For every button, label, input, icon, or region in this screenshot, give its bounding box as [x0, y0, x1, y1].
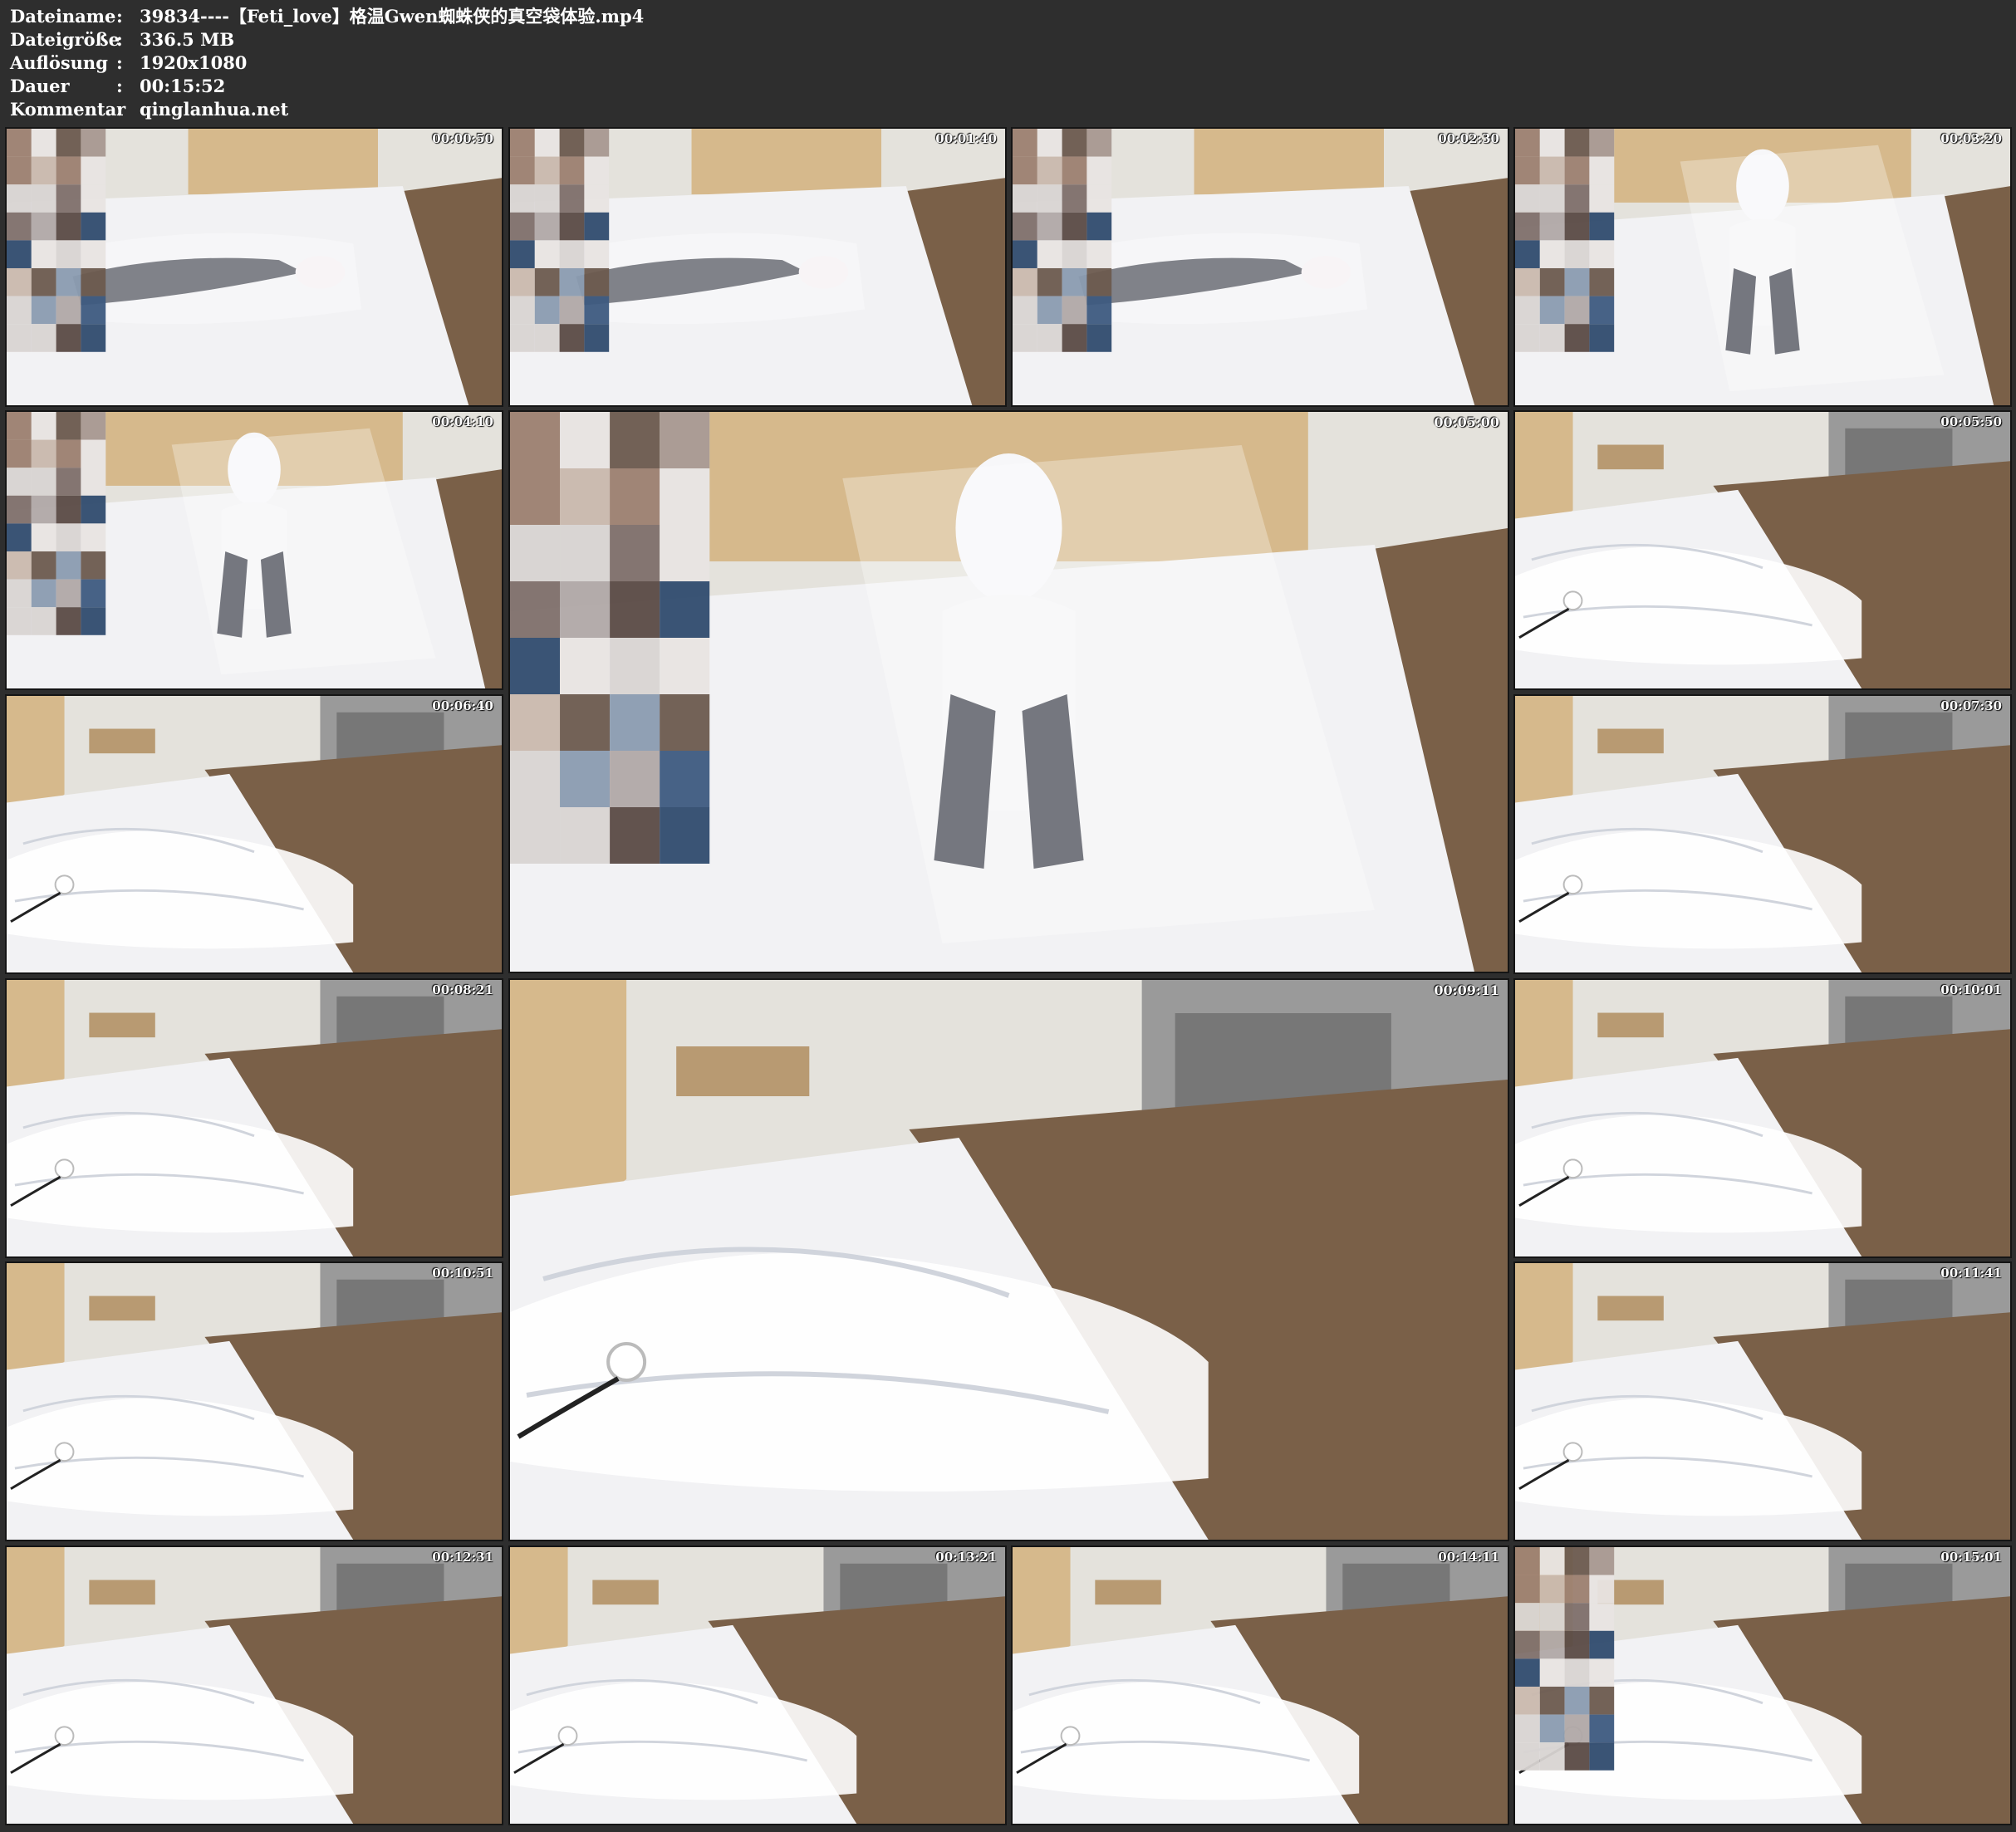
frame-image	[1515, 980, 2010, 1256]
frame-image	[510, 129, 1005, 405]
frame-image	[7, 980, 502, 1256]
frame-timestamp: 00:04:10	[432, 414, 493, 429]
frame-image	[7, 696, 502, 972]
video-frame-thumbnail: 00:13:21	[508, 1545, 1007, 1825]
video-frame-thumbnail: 00:03:20	[1513, 127, 2012, 407]
video-frame-thumbnail: 00:05:50	[1513, 410, 2012, 690]
video-frame-thumbnail: 00:12:31	[5, 1545, 503, 1825]
video-frame-thumbnail: 00:09:11	[508, 978, 1509, 1541]
frame-timestamp: 00:09:11	[1434, 982, 1499, 998]
video-frame-thumbnail: 00:08:21	[5, 978, 503, 1258]
frame-timestamp: 00:12:31	[432, 1550, 493, 1565]
thumbnail-grid: 00:00:50 00:01:40 00:02:30 00:03:20 00:04:10…	[0, 0, 2016, 1832]
video-frame-thumbnail: 00:10:51	[5, 1261, 503, 1541]
frame-image	[1515, 1547, 2010, 1824]
frame-timestamp: 00:02:30	[1438, 131, 1499, 146]
video-frame-thumbnail: 00:07:30	[1513, 694, 2012, 974]
frame-image	[7, 129, 502, 405]
frame-timestamp: 00:03:20	[1940, 131, 2002, 146]
video-frame-thumbnail: 00:04:10	[5, 410, 503, 690]
video-frame-thumbnail: 00:06:40	[5, 694, 503, 974]
frame-image	[7, 412, 502, 688]
frame-timestamp: 00:13:21	[935, 1550, 997, 1565]
frame-timestamp: 00:11:41	[1940, 1266, 2002, 1281]
video-frame-thumbnail: 00:15:01	[1513, 1545, 2012, 1825]
video-frame-thumbnail: 00:10:01	[1513, 978, 2012, 1258]
video-frame-thumbnail: 00:05:00	[508, 410, 1509, 973]
video-frame-thumbnail: 00:14:11	[1011, 1545, 1509, 1825]
video-frame-thumbnail: 00:02:30	[1011, 127, 1509, 407]
frame-image	[7, 1263, 502, 1540]
frame-timestamp: 00:14:11	[1438, 1550, 1499, 1565]
video-frame-thumbnail: 00:01:40	[508, 127, 1007, 407]
frame-image	[510, 412, 1508, 972]
frame-image	[1515, 696, 2010, 972]
frame-timestamp: 00:05:00	[1434, 414, 1499, 430]
video-frame-thumbnail: 00:00:50	[5, 127, 503, 407]
video-frame-thumbnail: 00:11:41	[1513, 1261, 2012, 1541]
frame-image	[1013, 1547, 1508, 1824]
frame-image	[510, 980, 1508, 1540]
frame-image	[1013, 129, 1508, 405]
frame-timestamp: 00:10:51	[432, 1266, 493, 1281]
frame-timestamp: 00:06:40	[432, 698, 493, 713]
frame-timestamp: 00:05:50	[1940, 414, 2002, 429]
frame-timestamp: 00:00:50	[432, 131, 493, 146]
frame-timestamp: 00:07:30	[1940, 698, 2002, 713]
frame-image	[1515, 412, 2010, 688]
frame-image	[1515, 129, 2010, 405]
frame-image	[1515, 1263, 2010, 1540]
frame-timestamp: 00:15:01	[1940, 1550, 2002, 1565]
frame-timestamp: 00:10:01	[1940, 982, 2002, 997]
frame-timestamp: 00:08:21	[432, 982, 493, 997]
frame-image	[510, 1547, 1005, 1824]
frame-timestamp: 00:01:40	[935, 131, 997, 146]
frame-image	[7, 1547, 502, 1824]
